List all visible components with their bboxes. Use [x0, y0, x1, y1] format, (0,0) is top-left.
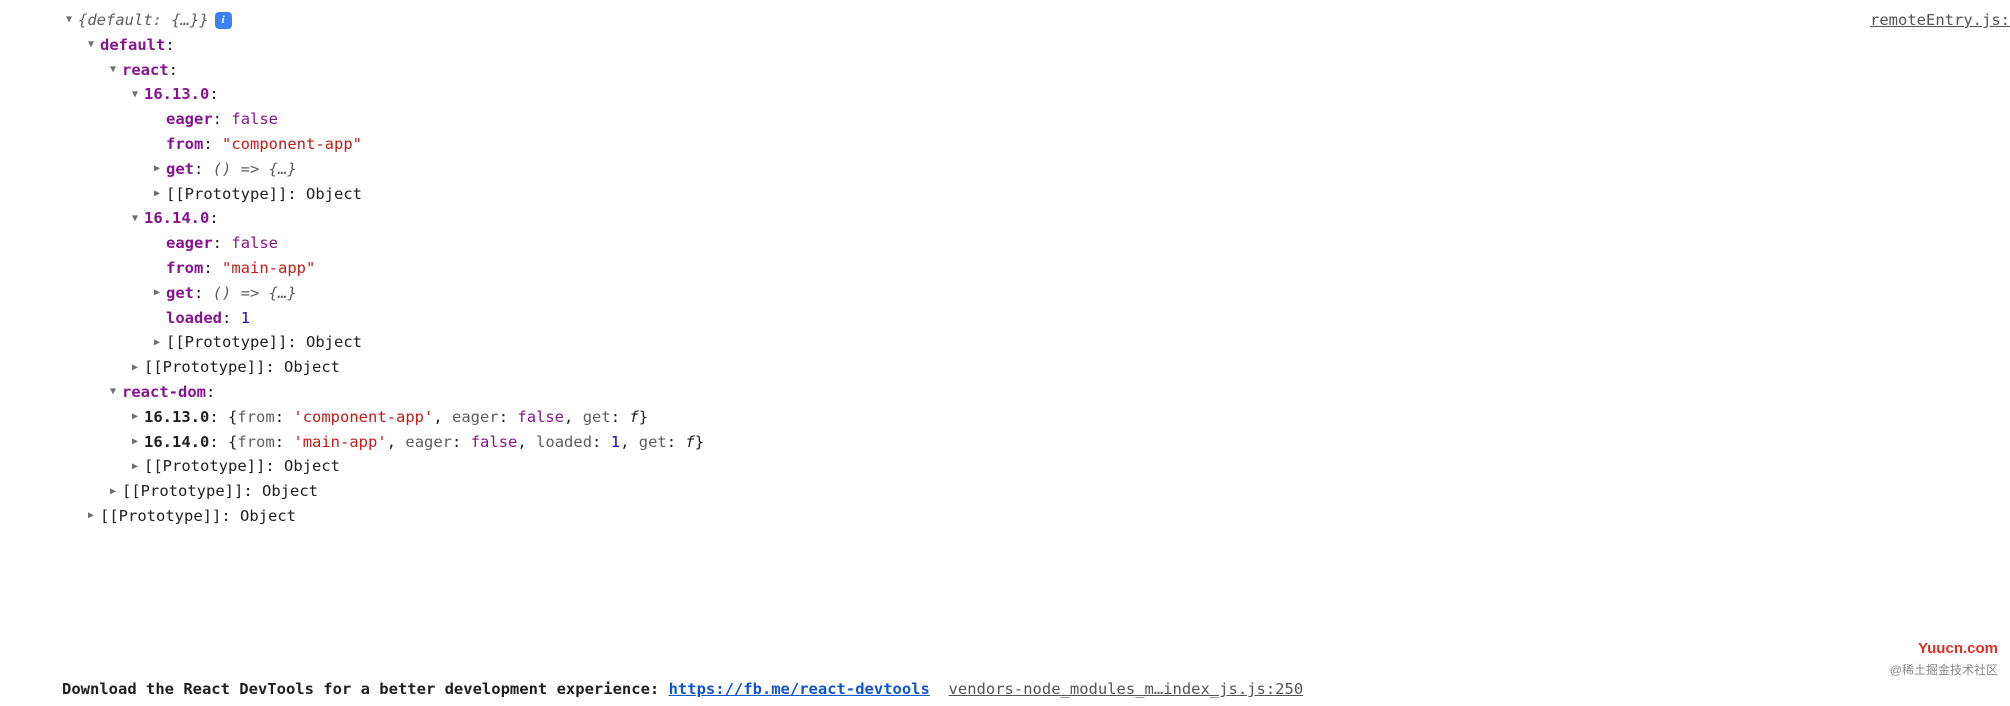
console-message-link[interactable]: https://fb.me/react-devtools [669, 680, 930, 698]
expand-toggle-icon[interactable] [128, 361, 142, 375]
react-16-13-0-row[interactable]: 16.13.0: [62, 82, 2010, 107]
inline-object-preview: {from: 'main-app', eager: false, loaded:… [228, 430, 704, 455]
property-key: eager: [166, 231, 222, 256]
property-key: react-dom: [122, 380, 215, 405]
property-key: 16.14.0: [144, 430, 219, 455]
get-row[interactable]: get: () => {…} [62, 157, 2010, 182]
default-key-row[interactable]: default: [62, 33, 2010, 58]
property-value: 1 [241, 306, 250, 331]
prototype-row[interactable]: [[Prototype]]: Object [62, 182, 2010, 207]
expand-toggle-icon[interactable] [150, 336, 164, 350]
expand-toggle-icon[interactable] [150, 187, 164, 201]
console-message-text: Download the React DevTools for a better… [62, 680, 669, 698]
property-value: false [231, 231, 278, 256]
get-row[interactable]: get: () => {…} [62, 281, 2010, 306]
prototype-row[interactable]: [[Prototype]]: Object [62, 454, 2010, 479]
property-key: eager: [166, 107, 222, 132]
prototype-row[interactable]: [[Prototype]]: Object [62, 479, 2010, 504]
source-link[interactable]: remoteEntry.js: [1870, 8, 2010, 33]
console-message-row: Download the React DevTools for a better… [62, 677, 2010, 702]
property-value: Object [284, 454, 340, 479]
property-value: Object [284, 355, 340, 380]
expand-toggle-icon[interactable] [128, 460, 142, 474]
expand-toggle-icon[interactable] [106, 485, 120, 499]
prototype-row[interactable]: [[Prototype]]: Object [62, 504, 2010, 529]
eager-row[interactable]: eager: false [62, 231, 2010, 256]
property-key: [[Prototype]]: [100, 504, 231, 529]
expand-toggle-icon[interactable] [128, 212, 142, 226]
property-key: [[Prototype]]: [166, 330, 297, 355]
object-root-row[interactable]: {default: {…}} i [62, 8, 2010, 33]
prototype-row[interactable]: [[Prototype]]: Object [62, 330, 2010, 355]
object-summary: {default: {…}} [78, 8, 209, 33]
property-key: 16.13.0: [144, 82, 219, 107]
expand-toggle-icon[interactable] [106, 385, 120, 399]
property-key: [[Prototype]]: [122, 479, 253, 504]
console-message-source[interactable]: vendors-node_modules_m…index_js.js:250 [949, 680, 1304, 698]
property-key: loaded: [166, 306, 231, 331]
property-key: from: [166, 256, 213, 281]
expand-toggle-icon[interactable] [150, 286, 164, 300]
from-row[interactable]: from: "main-app" [62, 256, 2010, 281]
property-key: [[Prototype]]: [166, 182, 297, 207]
loaded-row[interactable]: loaded: 1 [62, 306, 2010, 331]
react-dom-key-row[interactable]: react-dom: [62, 380, 2010, 405]
property-key: [[Prototype]]: [144, 355, 275, 380]
property-value: () => {…} [213, 281, 297, 306]
property-value: false [231, 107, 278, 132]
property-key: get: [166, 157, 203, 182]
property-value: Object [240, 504, 296, 529]
property-key: default: [100, 33, 175, 58]
property-value: Object [306, 330, 362, 355]
expand-toggle-icon[interactable] [128, 410, 142, 424]
property-value: "main-app" [222, 256, 315, 281]
prototype-row[interactable]: [[Prototype]]: Object [62, 355, 2010, 380]
expand-toggle-icon[interactable] [106, 63, 120, 77]
console-object-tree: {default: {…}} i default: react: 16.13.0… [0, 0, 2010, 537]
property-value: "component-app" [222, 132, 362, 157]
property-key: get: [166, 281, 203, 306]
inline-object-preview: {from: 'component-app', eager: false, ge… [228, 405, 648, 430]
expand-toggle-icon[interactable] [128, 88, 142, 102]
from-row[interactable]: from: "component-app" [62, 132, 2010, 157]
watermark: Yuucn.com @稀土掘金技术社区 [1890, 637, 1998, 680]
property-key: 16.14.0: [144, 206, 219, 231]
expand-toggle-icon[interactable] [84, 509, 98, 523]
property-value: Object [306, 182, 362, 207]
property-key: from: [166, 132, 213, 157]
react-dom-16-14-0-row[interactable]: 16.14.0: {from: 'main-app', eager: false… [62, 430, 2010, 455]
property-value: Object [262, 479, 318, 504]
property-key: [[Prototype]]: [144, 454, 275, 479]
react-16-14-0-row[interactable]: 16.14.0: [62, 206, 2010, 231]
expand-toggle-icon[interactable] [150, 162, 164, 176]
react-key-row[interactable]: react: [62, 58, 2010, 83]
expand-toggle-icon[interactable] [128, 435, 142, 449]
property-key: 16.13.0: [144, 405, 219, 430]
watermark-line-1: Yuucn.com [1890, 637, 1998, 661]
expand-toggle-icon[interactable] [84, 38, 98, 52]
property-key: react: [122, 58, 178, 83]
expand-toggle-icon[interactable] [62, 13, 76, 27]
react-dom-16-13-0-row[interactable]: 16.13.0: {from: 'component-app', eager: … [62, 405, 2010, 430]
info-icon[interactable]: i [215, 12, 232, 29]
eager-row[interactable]: eager: false [62, 107, 2010, 132]
property-value: () => {…} [213, 157, 297, 182]
